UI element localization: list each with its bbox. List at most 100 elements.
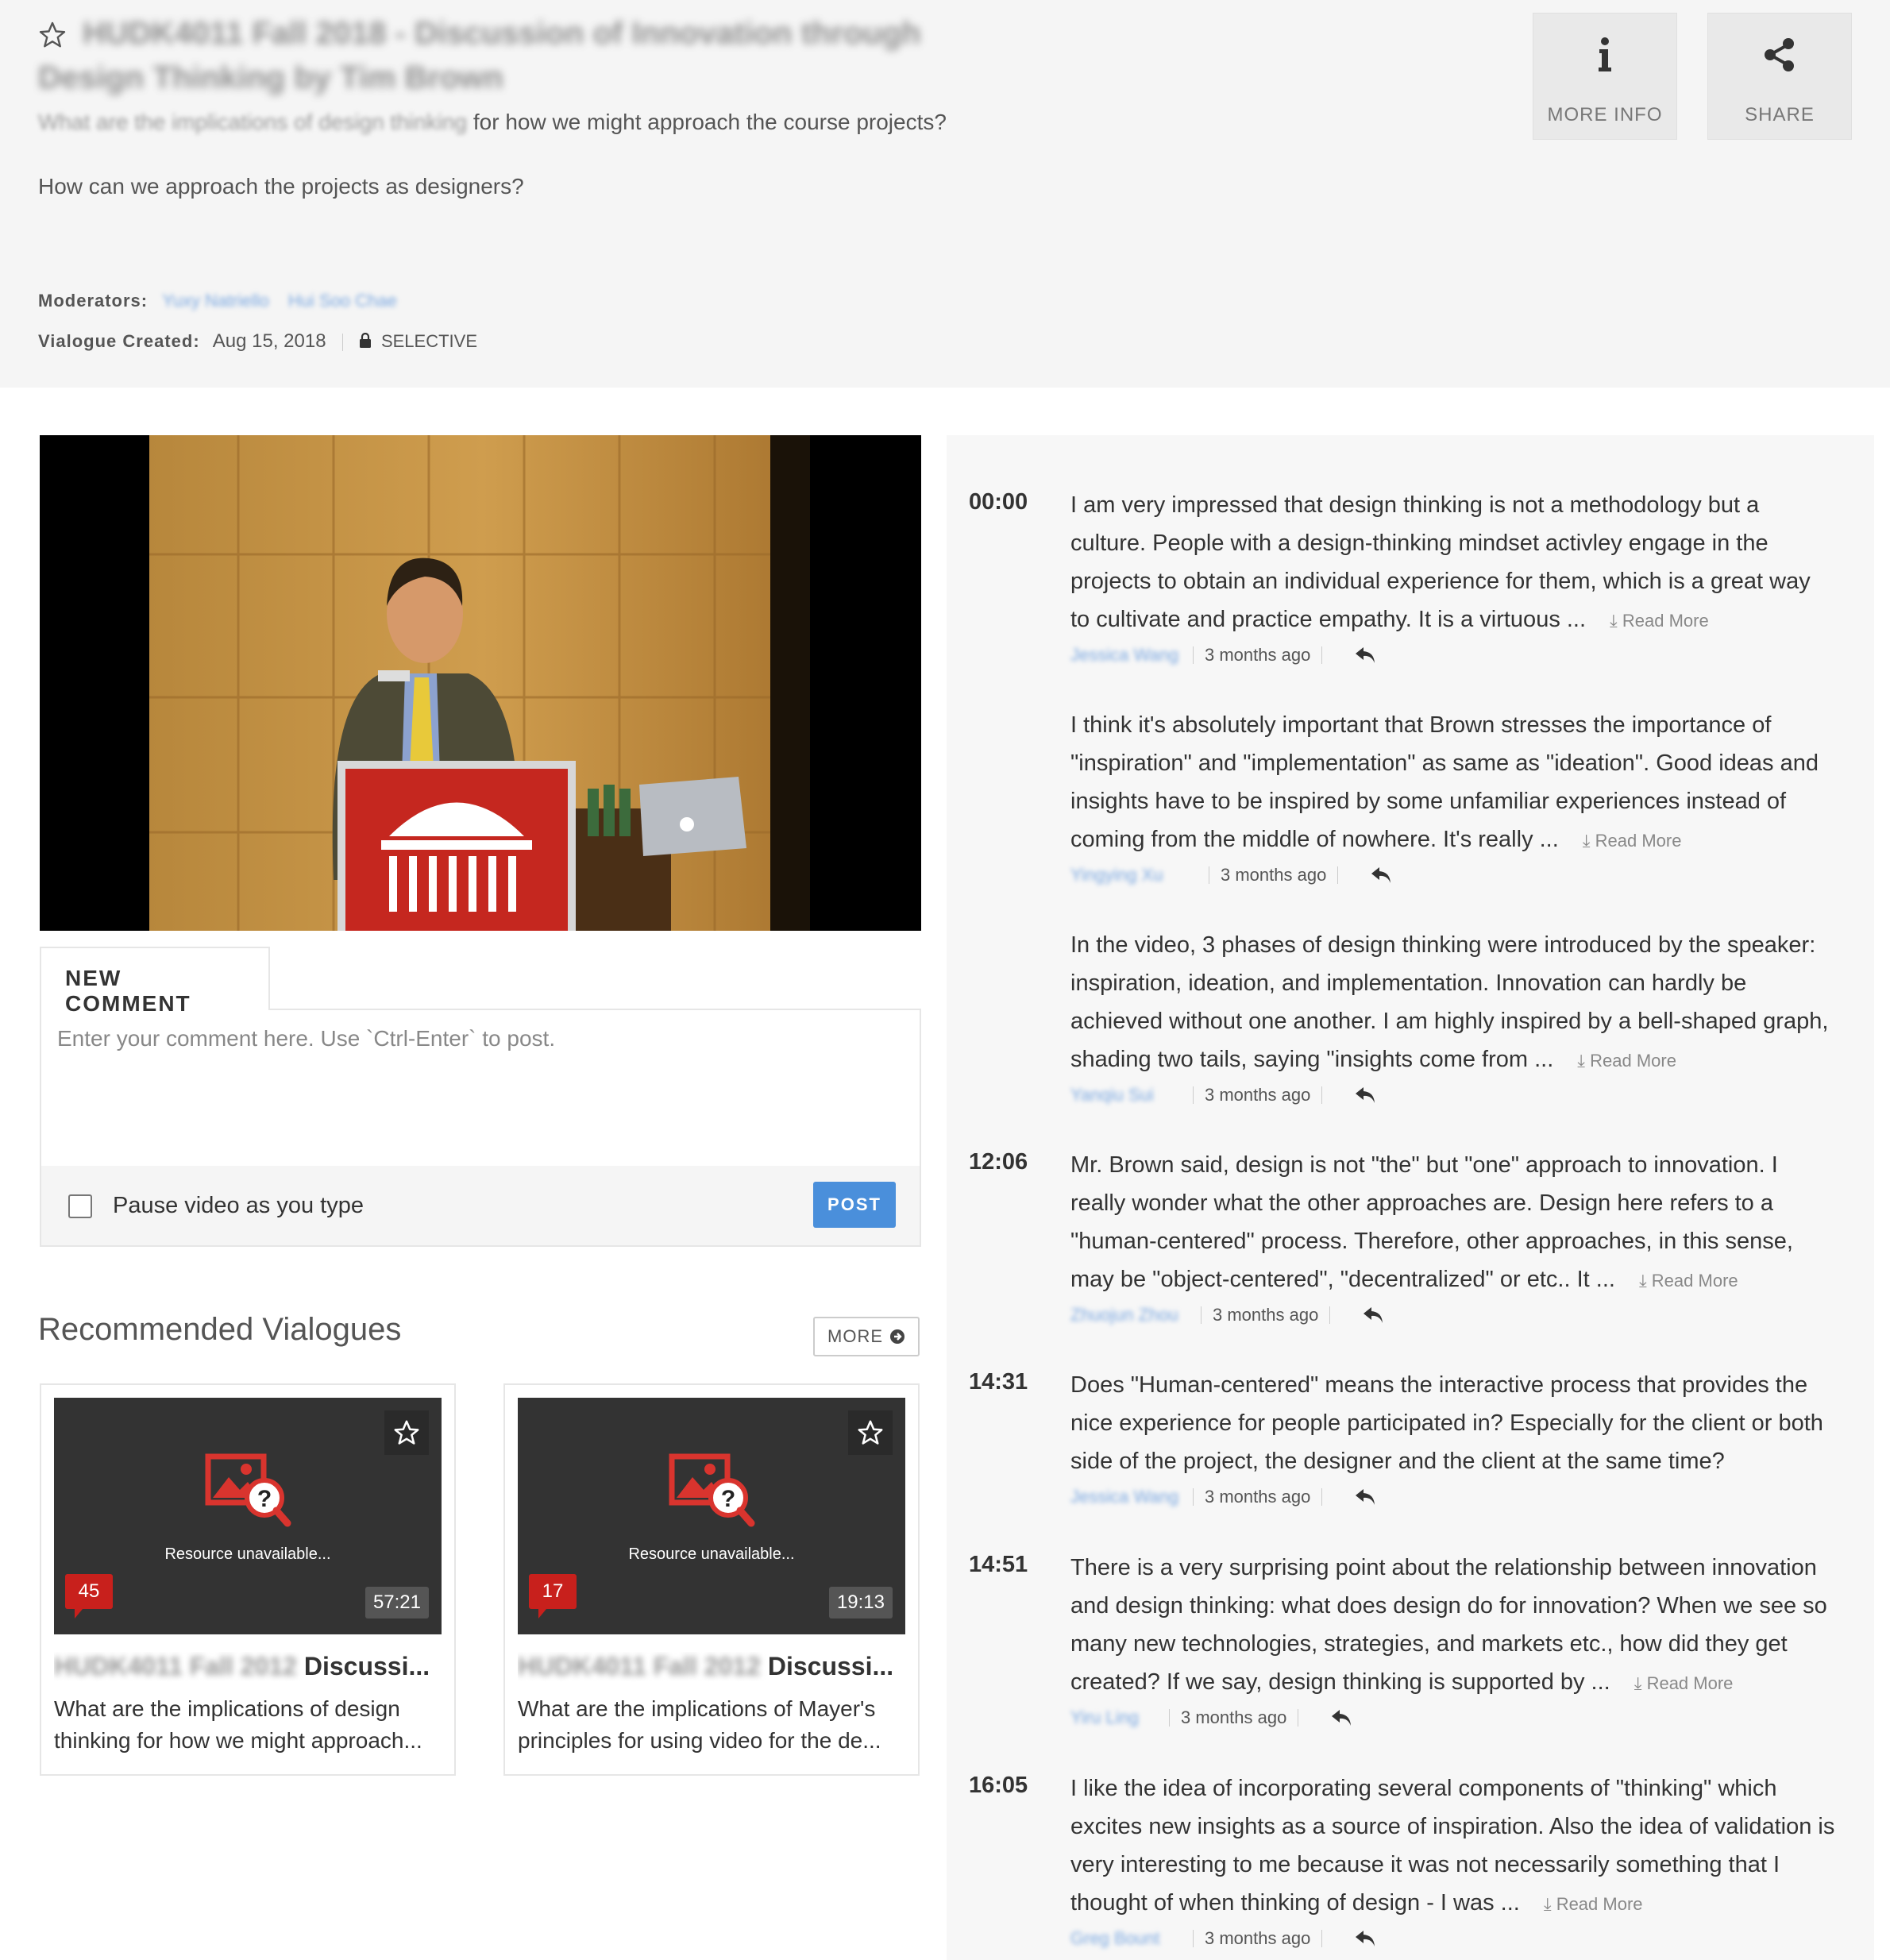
card-thumbnail: ? Resource unavailable... 17 19:13 <box>518 1398 905 1634</box>
vialogue-question: What are the implications of design thin… <box>38 110 947 135</box>
read-more-link[interactable]: ⤓ Read More <box>1577 1051 1676 1071</box>
share-label: SHARE <box>1745 104 1815 125</box>
comment-text: I think it's absolutely important that B… <box>1070 706 1857 860</box>
comment-timestamp[interactable]: 14:51 <box>969 1552 1028 1578</box>
comment-author[interactable]: Jessica Wang <box>1070 645 1182 666</box>
tab-new-comment[interactable]: NEW COMMENT <box>40 947 270 1016</box>
comment-author[interactable]: Jessica Wang <box>1070 1487 1182 1507</box>
comment-line: and design thinking: what does design do… <box>1070 1593 1827 1619</box>
card-thumbnail: ? Resource unavailable... 45 57:21 <box>54 1398 442 1634</box>
moderators-label: Moderators: <box>38 291 148 311</box>
comment-timestamp[interactable]: 12:06 <box>969 1149 1028 1175</box>
reply-icon[interactable] <box>1362 1306 1384 1325</box>
image-unavailable-icon: ? <box>205 1453 291 1527</box>
comment-line: I like the idea of incorporating several… <box>1070 1776 1777 1801</box>
more-button[interactable]: MORE <box>813 1317 920 1356</box>
favorite-button[interactable] <box>848 1410 893 1455</box>
comment-author[interactable]: Greg Bount <box>1070 1928 1182 1949</box>
read-more-link[interactable]: ⤓ Read More <box>1634 1673 1734 1693</box>
svg-text:?: ? <box>257 1486 272 1512</box>
comment-author[interactable]: Yingying Xu <box>1070 865 1198 885</box>
question-text: for how we might approach the course pro… <box>467 110 947 134</box>
question-blurred-part: What are the implications of design thin… <box>38 110 468 134</box>
comment-line: Mr. Brown said, design is not "the" but … <box>1070 1152 1778 1178</box>
card-title-text: Discussi... <box>767 1652 894 1680</box>
recommended-card[interactable]: ? Resource unavailable... 45 57:21 HUDK4… <box>40 1383 456 1776</box>
video-frame-image <box>40 435 921 931</box>
comment-author[interactable]: Yanqiu Sui <box>1070 1085 1182 1105</box>
favorite-button[interactable] <box>384 1410 429 1455</box>
comment-line: projects to obtain an individual experie… <box>1070 569 1811 594</box>
share-icon <box>1765 38 1794 71</box>
comment-text: I am very impressed that design thinking… <box>1070 486 1857 640</box>
post-button[interactable]: POST <box>813 1182 896 1228</box>
reply-icon[interactable] <box>1354 1929 1376 1948</box>
read-more-label: Read More <box>1646 1673 1734 1693</box>
comment-line: nice experience for people participated … <box>1070 1410 1823 1436</box>
read-more-link[interactable]: ⤓ Read More <box>1610 611 1709 631</box>
read-more-label: Read More <box>1595 831 1682 851</box>
comment-line: inspiration, ideation, and implementatio… <box>1070 970 1747 996</box>
comment-timestamp[interactable]: 00:00 <box>969 489 1028 515</box>
star-icon <box>858 1420 883 1445</box>
card-description-line: principles for using video for the de... <box>518 1728 881 1753</box>
moderator-link[interactable]: Yuxy Natriello <box>162 291 269 311</box>
comment-count-badge: 17 <box>529 1574 577 1619</box>
reply-icon[interactable] <box>1330 1708 1352 1727</box>
comment-line: thought of when thinking of design - I w… <box>1070 1890 1520 1916</box>
vialogue-question-2: How can we approach the projects as desi… <box>38 174 524 199</box>
read-more-label: Read More <box>1622 611 1709 631</box>
comment-meta: Greg Bount 3 months ago <box>1070 1928 1376 1949</box>
comment-line: I think it's absolutely important that B… <box>1070 712 1772 738</box>
comment-meta: Yanqiu Sui 3 months ago <box>1070 1085 1376 1105</box>
comment-line: I am very impressed that design thinking… <box>1070 492 1760 518</box>
divider <box>1201 1306 1202 1324</box>
reply-icon[interactable] <box>1354 1487 1376 1507</box>
created-row: Vialogue Created: Aug 15, 2018 SELECTIVE <box>38 330 477 353</box>
star-icon <box>394 1420 419 1445</box>
reply-icon[interactable] <box>1354 646 1376 665</box>
comment-author[interactable]: Yiru Ling <box>1070 1707 1158 1728</box>
read-more-link[interactable]: ⤓ Read More <box>1583 831 1682 851</box>
created-label: Vialogue Created: <box>38 331 200 351</box>
comment-count-badge: 45 <box>65 1574 113 1619</box>
reply-icon[interactable] <box>1370 866 1392 885</box>
comment-age: 3 months ago <box>1205 1085 1311 1105</box>
card-title: HUDK4011 Fall 2012 Discussi... <box>518 1652 905 1681</box>
divider <box>1193 646 1194 664</box>
comment-footer: Pause video as you type POST <box>40 1166 921 1247</box>
unavailable-text: Resource unavailable... <box>164 1545 331 1563</box>
share-button[interactable]: SHARE <box>1707 13 1852 140</box>
divider <box>1337 866 1339 884</box>
comment-timestamp[interactable]: 16:05 <box>969 1773 1028 1799</box>
comment-text: I like the idea of incorporating several… <box>1070 1769 1857 1923</box>
comment-text: Does "Human-centered" means the interact… <box>1070 1366 1857 1480</box>
moderators-row: Moderators: Yuxy Natriello Hui Soo Chae <box>38 291 397 311</box>
svg-text:?: ? <box>721 1486 735 1512</box>
card-title-text: Discussi... <box>303 1652 430 1680</box>
pause-video-checkbox[interactable] <box>68 1194 92 1218</box>
reply-icon[interactable] <box>1354 1086 1376 1105</box>
read-more-label: Read More <box>1590 1051 1676 1071</box>
duration-badge: 57:21 <box>364 1587 429 1619</box>
card-description-line: What are the implications of design <box>54 1696 400 1721</box>
moderator-link[interactable]: Hui Soo Chae <box>288 291 397 311</box>
more-info-button[interactable]: MORE INFO <box>1533 13 1677 140</box>
recommended-card[interactable]: ? Resource unavailable... 17 19:13 HUDK4… <box>503 1383 920 1776</box>
comment-input[interactable] <box>40 1009 921 1167</box>
read-more-link[interactable]: ⤓ Read More <box>1544 1894 1643 1914</box>
comment-line: insights have to be inspired by some unf… <box>1070 789 1787 814</box>
read-more-link[interactable]: ⤓ Read More <box>1639 1271 1738 1291</box>
comment-text: In the video, 3 phases of design thinkin… <box>1070 926 1857 1080</box>
comment-line: coming from the middle of nowhere. It's … <box>1070 827 1559 852</box>
video-player[interactable] <box>40 435 921 931</box>
comment-line: There is a very surprising point about t… <box>1070 1555 1817 1580</box>
comment-line: culture. People with a design-thinking m… <box>1070 531 1768 556</box>
comment-line: very interesting to me because it was no… <box>1070 1852 1780 1877</box>
comment-author[interactable]: Zhuojun Zhou <box>1070 1305 1190 1325</box>
divider <box>1193 1488 1194 1506</box>
divider <box>1321 646 1323 664</box>
comment-line: "human-centered" process. Therefore, oth… <box>1070 1229 1793 1254</box>
read-more-label: Read More <box>1651 1271 1738 1291</box>
comment-timestamp[interactable]: 14:31 <box>969 1369 1028 1395</box>
